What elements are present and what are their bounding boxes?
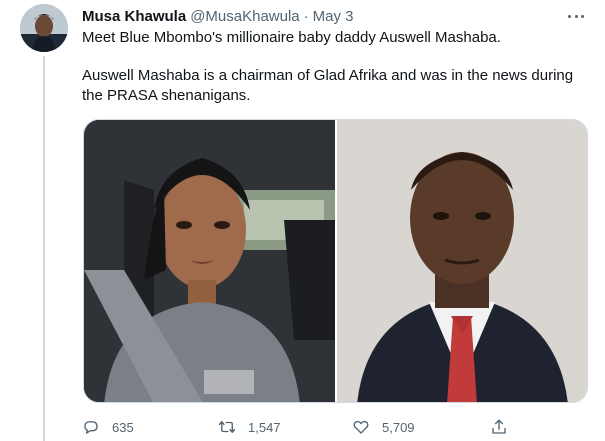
share-upload-icon: [492, 419, 506, 434]
author-handle[interactable]: @MusaKhawula: [190, 8, 299, 25]
tweet-text-line: Meet Blue Mbombo's millionaire baby dadd…: [82, 29, 501, 46]
tweet-text-line: the PRASA shenanigans.: [82, 87, 251, 104]
more-horizontal-icon[interactable]: [566, 10, 586, 22]
avatar[interactable]: [20, 4, 68, 52]
tweet-date[interactable]: May 3: [313, 8, 354, 25]
like-button[interactable]: 5,709: [352, 416, 415, 438]
photo-man-in-suit[interactable]: [337, 120, 587, 402]
tweet-card[interactable]: Musa Khawula @MusaKhawula · May 3 Meet B…: [0, 0, 605, 441]
tweet-actions: 635 1,547 5,709: [82, 416, 512, 438]
heart-icon: [353, 420, 369, 434]
retweet-button[interactable]: 1,547: [218, 416, 281, 438]
author-name[interactable]: Musa Khawula: [82, 8, 186, 25]
separator-dot: ·: [303, 7, 309, 25]
reply-count: 635: [112, 419, 134, 435]
tweet-text-line: Auswell Mashaba is a chairman of Glad Af…: [82, 67, 574, 84]
share-button[interactable]: [490, 416, 520, 438]
reply-bubble-icon: [84, 421, 98, 434]
like-count: 5,709: [382, 419, 415, 435]
retweet-icon: [218, 421, 236, 433]
thread-line: [43, 56, 45, 441]
photo-woman-in-car[interactable]: [84, 120, 335, 402]
retweet-count: 1,547: [248, 419, 281, 435]
tweet-media[interactable]: [83, 119, 588, 403]
tweet-header: Musa Khawula @MusaKhawula · May 3: [82, 6, 354, 26]
reply-button[interactable]: 635: [82, 416, 134, 438]
